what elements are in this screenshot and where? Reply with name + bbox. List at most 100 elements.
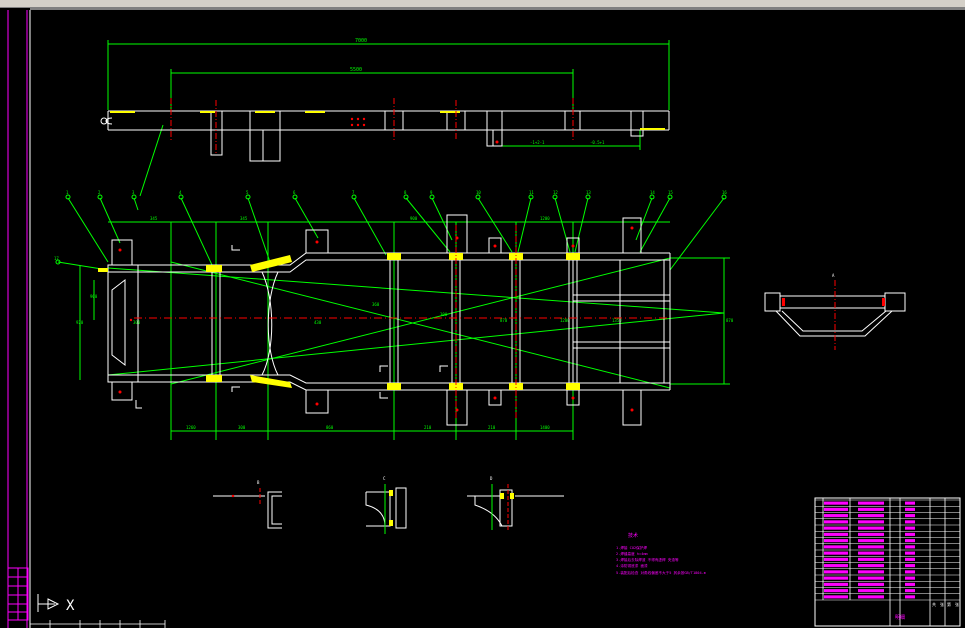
title-block-cell-text bbox=[824, 551, 848, 555]
plan-dim-4: 1200 bbox=[540, 216, 550, 221]
plan-dim-10: 1400 bbox=[540, 425, 550, 430]
plan-dim-16: 360 bbox=[372, 302, 380, 307]
title-block-cell-text bbox=[858, 551, 884, 555]
plan-dim-18: 870 bbox=[500, 318, 508, 323]
ucs-icon bbox=[37, 594, 60, 612]
title-block-cell-text bbox=[824, 582, 848, 586]
title-block-cell-text bbox=[858, 564, 884, 568]
cad-window: X 7000 5500 -1+2-1 -0.5+1 345 345 900 12… bbox=[0, 0, 965, 628]
note-line-5: 5.装配后检查 对角线偏差不大于5 其余按GB/T1804-m bbox=[616, 570, 706, 575]
title-block-cell-text bbox=[905, 514, 915, 518]
plan-dim-15: 430 bbox=[314, 320, 322, 325]
note-line-2: 2.焊缝高度 h=4mm bbox=[616, 551, 648, 556]
title-block-cell-text bbox=[905, 520, 915, 524]
title-block-cell-text bbox=[824, 570, 848, 574]
title-block-cell-text bbox=[858, 582, 884, 586]
balloon-11: 11 bbox=[529, 190, 534, 195]
title-block-cell-text bbox=[824, 589, 848, 593]
plan-dim-13: 900 bbox=[90, 294, 98, 299]
title-block-cell-text bbox=[905, 532, 915, 536]
plan-dim-11: 870 bbox=[726, 318, 734, 323]
title-footer-2: 张 bbox=[940, 601, 944, 607]
title-block-cell-text bbox=[858, 570, 884, 574]
title-footer-4: 张 bbox=[955, 601, 959, 607]
note-line-1: 1.焊接 CO2保护焊 bbox=[616, 545, 647, 550]
title-block-cell-text bbox=[905, 501, 915, 505]
section-label-b: B bbox=[257, 480, 260, 485]
title-footer-1: 共 bbox=[932, 601, 936, 607]
title-block-cell-text bbox=[858, 532, 884, 536]
title-block-cell-text bbox=[824, 526, 848, 530]
title-block-cell-text bbox=[824, 545, 848, 549]
balloon-2: 2 bbox=[98, 190, 101, 195]
title-block-cell-text bbox=[905, 507, 915, 511]
binding-strip-table bbox=[7, 567, 29, 621]
side-dim-small-1: -1+2-1 bbox=[530, 140, 545, 145]
ucs-axis-label: X bbox=[66, 598, 75, 614]
side-dim-wheelbase: 5500 bbox=[350, 67, 362, 73]
notes-heading: 技术 bbox=[628, 532, 638, 539]
section-label-c: C bbox=[383, 476, 386, 481]
title-block-cell-text bbox=[858, 557, 884, 561]
title-block-cell-text bbox=[905, 589, 915, 593]
plan-dim-7: 860 bbox=[326, 425, 334, 430]
balloon-10: 10 bbox=[476, 190, 481, 195]
title-block-cell-text bbox=[905, 545, 915, 549]
plan-dim-3: 900 bbox=[410, 216, 418, 221]
balloon-8: 8 bbox=[404, 190, 407, 195]
title-block-cell-text bbox=[905, 582, 915, 586]
plan-dim-6: 300 bbox=[238, 425, 246, 430]
title-block-cell-text bbox=[824, 514, 848, 518]
balloon-9: 9 bbox=[430, 190, 433, 195]
title-block-cell-text bbox=[858, 507, 884, 511]
title-block-cell-text bbox=[905, 570, 915, 574]
title-block-cell-text bbox=[824, 507, 848, 511]
balloon-4: 4 bbox=[179, 190, 182, 195]
title-block-cell-text bbox=[824, 557, 848, 561]
balloon-14: 14 bbox=[650, 190, 655, 195]
plan-dim-2: 345 bbox=[240, 216, 248, 221]
title-block-cell-text bbox=[858, 501, 884, 505]
side-dim-overall: 7000 bbox=[355, 38, 367, 44]
plan-dim-12: 920 bbox=[76, 320, 84, 325]
title-block-cell-text bbox=[858, 589, 884, 593]
bottom-strip-table bbox=[30, 620, 166, 628]
title-block-cell-text bbox=[858, 576, 884, 580]
plan-dim-1: 345 bbox=[150, 216, 158, 221]
section-details: B C D bbox=[213, 476, 564, 534]
title-block-cell-text bbox=[858, 526, 884, 530]
title-block-cell-text bbox=[824, 501, 848, 505]
title-block-cell-text bbox=[905, 557, 915, 561]
balloon-7: 7 bbox=[352, 190, 355, 195]
section-label-a: A bbox=[832, 273, 835, 278]
title-footer-3: 第 bbox=[947, 601, 951, 607]
title-block-cell-text bbox=[905, 551, 915, 555]
title-block-cell-text bbox=[858, 595, 884, 599]
title-block-cell-text bbox=[824, 595, 848, 599]
balloon-15: 15 bbox=[668, 190, 673, 195]
title-block-cell-text bbox=[858, 514, 884, 518]
plan-dim-17: 300 bbox=[440, 312, 448, 317]
title-block-cell-text bbox=[824, 564, 848, 568]
balloon-16: 16 bbox=[722, 190, 727, 195]
plan-dim-14: 300 bbox=[133, 320, 141, 325]
title-block-cell-text bbox=[858, 539, 884, 543]
title-block-cell-text bbox=[824, 576, 848, 580]
balloon-1: 1 bbox=[66, 190, 69, 195]
balloon-3: 3 bbox=[132, 190, 135, 195]
side-view: 7000 5500 -1+2-1 -0.5+1 bbox=[100, 38, 670, 197]
title-block-cell-text bbox=[905, 539, 915, 543]
balloon-13: 13 bbox=[586, 190, 591, 195]
title-block-cell-text bbox=[905, 595, 915, 599]
plan-view: 345 345 900 1200 1260 300 860 210 210 14… bbox=[54, 190, 734, 440]
title-block-cell-text bbox=[824, 539, 848, 543]
cad-drawing-canvas[interactable]: X 7000 5500 -1+2-1 -0.5+1 345 345 900 12… bbox=[0, 8, 965, 628]
section-label-d: D bbox=[490, 476, 493, 481]
cross-section-view: A bbox=[764, 273, 906, 350]
technical-notes: 技术 1.焊接 CO2保护焊 2.焊缝高度 h=4mm 3.焊接后去除焊渣 不得… bbox=[616, 532, 706, 575]
note-line-4: 4.涂防锈底漆 面漆 bbox=[616, 563, 648, 568]
title-block-cell-text bbox=[858, 520, 884, 524]
title-block-cell-text bbox=[858, 545, 884, 549]
title-block-cell-text bbox=[905, 564, 915, 568]
plan-dim-8: 210 bbox=[424, 425, 432, 430]
